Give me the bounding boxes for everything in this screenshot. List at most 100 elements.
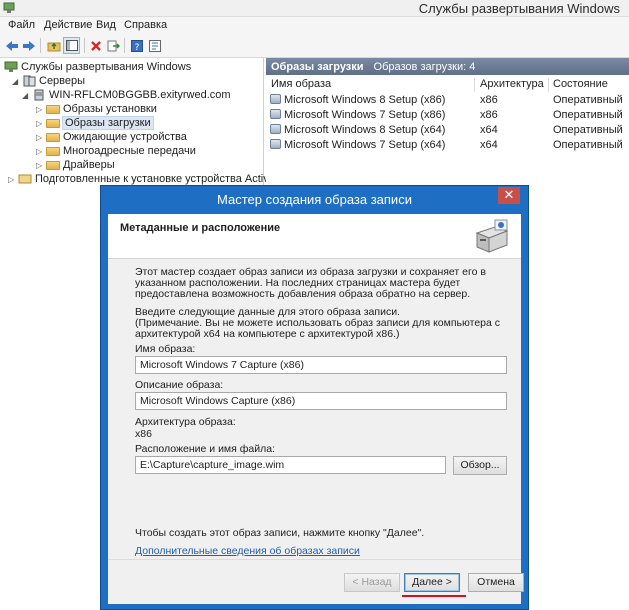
menu-help[interactable]: Справка <box>124 19 167 31</box>
mmc-window: Службы развертывания Windows Файл Действ… <box>0 0 629 610</box>
image-arch: x86 <box>480 109 498 121</box>
folder-icon <box>46 161 60 170</box>
image-name: Microsoft Windows 8 Setup (x64) <box>284 124 446 136</box>
tree-item-label: Ожидающие устройства <box>63 131 187 143</box>
back-button[interactable]: < Назад <box>344 573 400 592</box>
collapse-arrow-icon[interactable]: ◢ <box>12 77 22 86</box>
list-item[interactable]: Microsoft Windows 7 Setup (x64) x64 Опер… <box>266 138 629 153</box>
more-info-link[interactable]: Дополнительные сведения об образах запис… <box>135 545 360 557</box>
expand-arrow-icon[interactable]: ▷ <box>36 133 46 142</box>
collapse-arrow-icon[interactable]: ◢ <box>22 91 32 100</box>
capture-image-wizard: Мастер создания образа записи ✕ Метаданн… <box>100 185 529 610</box>
image-state: Оперативный <box>553 109 623 121</box>
tree-item-boot-images[interactable]: ▷ Образы загрузки <box>36 116 154 130</box>
delete-icon[interactable] <box>87 37 104 54</box>
export-icon[interactable] <box>105 37 122 54</box>
file-path-input[interactable]: E:\Capture\capture_image.wim <box>135 456 446 474</box>
folder-icon <box>46 119 60 128</box>
boot-image-icon <box>270 139 281 149</box>
tree-item-install-images[interactable]: ▷ Образы установки <box>36 102 157 116</box>
back-arrow-icon[interactable] <box>3 37 20 54</box>
window-title: Службы развертывания Windows <box>418 1 620 16</box>
expand-arrow-icon[interactable]: ▷ <box>36 119 46 128</box>
image-state: Оперативный <box>553 139 623 151</box>
image-description-label: Описание образа: <box>135 379 224 391</box>
folder-icon <box>46 133 60 142</box>
dialog-title: Мастер создания образа записи <box>217 192 412 207</box>
results-header: Образы загрузки Образов загрузки: 4 <box>266 58 629 75</box>
folder-icon <box>46 147 60 156</box>
tree-root[interactable]: Службы развертывания Windows <box>4 60 191 74</box>
boot-image-icon <box>270 124 281 134</box>
expand-arrow-icon[interactable]: ▷ <box>36 147 46 156</box>
tree-prestaged-label: Подготовленные к установке устройства Ac… <box>35 173 304 185</box>
expand-arrow-icon[interactable]: ▷ <box>36 105 46 114</box>
image-name-label: Имя образа: <box>135 343 196 355</box>
boot-image-icon <box>270 94 281 104</box>
image-name-input[interactable]: Microsoft Windows 7 Capture (x86) <box>135 356 507 374</box>
toolbar: ? <box>0 34 629 58</box>
expand-arrow-icon[interactable]: ▷ <box>8 175 18 184</box>
results-title: Образы загрузки <box>271 60 364 73</box>
column-header-arch[interactable]: Архитектура <box>480 78 544 92</box>
dialog-body: Метаданные и расположение Этот мастер со… <box>108 214 524 604</box>
capture-drive-icon <box>473 217 511 255</box>
properties-icon[interactable] <box>146 37 163 54</box>
dialog-title-bar[interactable]: Мастер создания образа записи ✕ <box>101 186 528 213</box>
browse-button[interactable]: Обзор... <box>453 456 507 475</box>
folder-icon <box>46 105 60 114</box>
image-name: Microsoft Windows 8 Setup (x86) <box>284 94 446 106</box>
next-button[interactable]: Далее > <box>404 573 460 592</box>
image-state: Оперативный <box>553 124 623 136</box>
tree-item-pending-devices[interactable]: ▷ Ожидающие устройства <box>36 130 187 144</box>
hint-text: Чтобы создать этот образ записи, нажмите… <box>135 527 425 539</box>
tree-item-label: Образы установки <box>63 103 157 115</box>
list-item[interactable]: Microsoft Windows 8 Setup (x64) x64 Опер… <box>266 123 629 138</box>
column-header-state[interactable]: Состояние <box>553 78 608 92</box>
column-header-name[interactable]: Имя образа <box>271 78 331 92</box>
tree-item-label: Многоадресные передачи <box>63 145 196 157</box>
tree-item-multicast[interactable]: ▷ Многоадресные передачи <box>36 144 196 158</box>
tree-server[interactable]: ◢ WIN-RFLCM0BGGBB.exityrwed.com <box>22 88 231 102</box>
show-hide-tree-icon[interactable] <box>63 37 80 54</box>
image-description-input[interactable]: Microsoft Windows Capture (x86) <box>135 392 507 410</box>
instructions-text: Введите следующие данные для этого образ… <box>135 306 501 340</box>
help-icon[interactable]: ? <box>128 37 145 54</box>
wizard-page-title: Метаданные и расположение <box>120 222 281 234</box>
menu-action[interactable]: Действие <box>44 19 92 31</box>
tree-servers[interactable]: ◢ Серверы <box>12 74 85 88</box>
boot-image-icon <box>270 109 281 119</box>
expand-arrow-icon[interactable]: ▷ <box>36 161 46 170</box>
menu-bar: Файл Действие Вид Справка <box>0 17 629 34</box>
svg-text:?: ? <box>134 43 139 52</box>
file-path-label: Расположение и имя файла: <box>135 443 275 455</box>
forward-arrow-icon[interactable] <box>20 37 37 54</box>
image-name: Microsoft Windows 7 Setup (x86) <box>284 109 446 121</box>
red-annotation-underline <box>402 595 466 597</box>
image-arch: x86 <box>480 94 498 106</box>
up-folder-icon[interactable] <box>45 37 62 54</box>
menu-file[interactable]: Файл <box>8 19 35 31</box>
results-count: Образов загрузки: 4 <box>373 60 476 73</box>
image-name: Microsoft Windows 7 Setup (x64) <box>284 139 446 151</box>
list-item[interactable]: Microsoft Windows 8 Setup (x86) x86 Опер… <box>266 93 629 108</box>
list-item[interactable]: Microsoft Windows 7 Setup (x86) x86 Опер… <box>266 108 629 123</box>
menu-view[interactable]: Вид <box>96 19 116 31</box>
tree-root-label: Службы развертывания Windows <box>21 61 192 73</box>
servers-icon <box>22 75 36 87</box>
intro-text: Этот мастер создает образ записи из обра… <box>135 266 486 300</box>
image-arch-label: Архитектура образа: <box>135 416 236 428</box>
tree-server-label: WIN-RFLCM0BGGBB.exityrwed.com <box>49 89 231 101</box>
image-state: Оперативный <box>553 94 623 106</box>
tree-prestaged-devices[interactable]: ▷ Подготовленные к установке устройства … <box>8 172 304 186</box>
tree-item-drivers[interactable]: ▷ Драйверы <box>36 158 115 172</box>
close-button[interactable]: ✕ <box>498 187 520 204</box>
wizard-header: Метаданные и расположение <box>108 214 521 259</box>
tree-servers-label: Серверы <box>39 75 86 87</box>
server-icon <box>32 89 46 101</box>
wds-root-icon <box>4 61 18 73</box>
cancel-button[interactable]: Отмена <box>468 573 524 592</box>
footer-divider <box>108 559 521 560</box>
image-arch: x64 <box>480 124 498 136</box>
wds-app-icon <box>3 2 15 14</box>
